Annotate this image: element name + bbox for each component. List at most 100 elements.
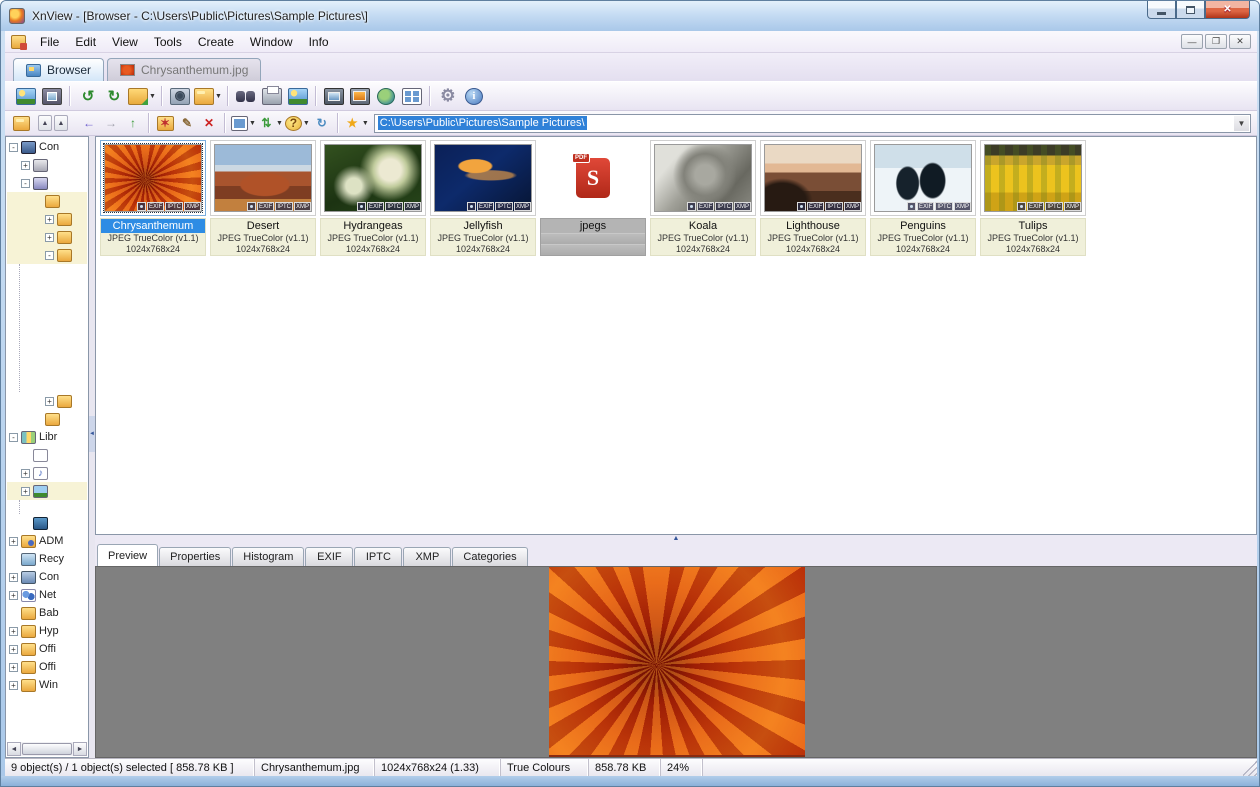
tree-item[interactable]: + — [7, 228, 87, 246]
forward-button[interactable]: → — [100, 113, 122, 133]
thumbnail-item-jpegs[interactable]: SPDFjpegs — [540, 140, 646, 256]
close-button[interactable]: ✕ — [1205, 1, 1250, 19]
mdi-restore-button[interactable]: ❐ — [1205, 34, 1227, 49]
tree-expander[interactable]: + — [21, 469, 30, 478]
thumbnail-item-koala[interactable]: EXIFIPTCXMPKoalaJPEG TrueColor (v1.1)102… — [650, 140, 756, 256]
tree-item[interactable] — [7, 410, 87, 428]
maximize-button[interactable] — [1176, 1, 1205, 19]
menu-info[interactable]: Info — [301, 33, 337, 51]
tree-item-win[interactable]: +Win — [7, 676, 87, 694]
minimize-button[interactable] — [1147, 1, 1176, 19]
up-button[interactable]: ↑ — [122, 113, 144, 133]
scroll-right-button[interactable]: ► — [73, 742, 87, 756]
tree-item-libr[interactable]: -Libr — [7, 428, 87, 446]
tree-expander[interactable]: + — [9, 663, 18, 672]
print-button[interactable] — [259, 84, 285, 108]
pane-collapse-right-button[interactable]: ▲ — [54, 115, 68, 131]
tree-item-net[interactable]: +Net — [7, 586, 87, 604]
tree-item[interactable] — [7, 514, 87, 532]
thumbnail-item-lighthouse[interactable]: EXIFIPTCXMPLighthouseJPEG TrueColor (v1.… — [760, 140, 866, 256]
tab-browser[interactable]: Browser — [13, 58, 104, 81]
mdi-minimize-button[interactable]: — — [1181, 34, 1203, 49]
tree-item[interactable]: + — [7, 482, 87, 500]
tree-item-adm[interactable]: +ADM — [7, 532, 87, 550]
thumbnail-item-jellyfish[interactable]: EXIFIPTCXMPJellyfishJPEG TrueColor (v1.1… — [430, 140, 536, 256]
tree-item-offi[interactable]: +Offi — [7, 658, 87, 676]
panel-tab-xmp[interactable]: XMP — [403, 547, 451, 566]
tree-item-bab[interactable]: Bab — [7, 604, 87, 622]
dropdown-arrow-icon[interactable]: ▼ — [215, 93, 222, 100]
viewer-button[interactable] — [39, 84, 65, 108]
tree-item-recy[interactable]: Recy — [7, 550, 87, 568]
panel-tab-properties[interactable]: Properties — [159, 547, 231, 566]
menu-file[interactable]: File — [32, 33, 67, 51]
panel-tab-preview[interactable]: Preview — [97, 544, 158, 566]
tree-item-con[interactable]: -Con — [7, 138, 87, 156]
tree-expander[interactable]: + — [9, 537, 18, 546]
search-button[interactable] — [233, 84, 259, 108]
tree-item[interactable] — [7, 192, 87, 210]
scrollbar-thumb[interactable] — [22, 743, 72, 755]
edit-button[interactable]: ✎ — [176, 113, 198, 133]
screen-capture-button[interactable] — [321, 84, 347, 108]
filter-button[interactable]: ?▼ — [284, 113, 311, 133]
open-folder-button[interactable]: ▼ — [193, 84, 223, 108]
tree-expander[interactable]: + — [45, 215, 54, 224]
menu-window[interactable]: Window — [242, 33, 301, 51]
thumbnail-item-penguins[interactable]: EXIFIPTCXMPPenguinsJPEG TrueColor (v1.1)… — [870, 140, 976, 256]
menu-edit[interactable]: Edit — [67, 33, 104, 51]
tree-expander[interactable]: + — [21, 161, 30, 170]
favorites-button[interactable]: ★▼ — [343, 113, 370, 133]
tree-expander[interactable]: + — [9, 645, 18, 654]
tree-expander[interactable]: - — [21, 179, 30, 188]
refresh-button[interactable]: ↻ — [311, 113, 333, 133]
tree-expander[interactable]: + — [9, 591, 18, 600]
new-folder-button[interactable]: ✶ — [154, 113, 176, 133]
tree-item[interactable]: - — [7, 174, 87, 192]
dropdown-arrow-icon[interactable]: ▼ — [276, 120, 283, 127]
mdi-close-button[interactable]: ✕ — [1229, 34, 1251, 49]
menu-create[interactable]: Create — [190, 33, 242, 51]
dropdown-arrow-icon[interactable]: ▼ — [362, 120, 369, 127]
resize-grip[interactable] — [1243, 759, 1257, 776]
tree-item[interactable]: + — [7, 392, 87, 410]
dropdown-arrow-icon[interactable]: ▼ — [249, 120, 256, 127]
convert-button[interactable]: ▼ — [127, 84, 157, 108]
layout-button[interactable] — [399, 84, 425, 108]
address-dropdown-button[interactable]: ▼ — [1234, 116, 1249, 131]
thumbnail-item-tulips[interactable]: EXIFIPTCXMPTulipsJPEG TrueColor (v1.1)10… — [980, 140, 1086, 256]
dropdown-arrow-icon[interactable]: ▼ — [303, 120, 310, 127]
panel-tab-categories[interactable]: Categories — [452, 547, 527, 566]
delete-button[interactable]: ✕ — [198, 113, 220, 133]
tree-expander[interactable]: + — [45, 233, 54, 242]
tree-item-offi[interactable]: +Offi — [7, 640, 87, 658]
back-button[interactable]: ← — [78, 113, 100, 133]
settings-button[interactable]: ⚙ — [435, 84, 461, 108]
tree-horizontal-scrollbar[interactable]: ◄ ► — [7, 742, 87, 756]
sort-button[interactable]: ⇅▼ — [257, 113, 284, 133]
tree-expander[interactable]: - — [9, 143, 18, 152]
tree-expander[interactable]: + — [9, 573, 18, 582]
menu-view[interactable]: View — [104, 33, 146, 51]
tree-expander[interactable]: + — [9, 681, 18, 690]
panel-tab-iptc[interactable]: IPTC — [354, 547, 402, 566]
tree-item[interactable]: + — [7, 210, 87, 228]
tree-item[interactable]: +♪ — [7, 464, 87, 482]
tree-expander[interactable]: + — [21, 487, 30, 496]
tree-item[interactable] — [7, 446, 87, 464]
scroll-left-button[interactable]: ◄ — [7, 742, 21, 756]
tab-chrysanthemum-jpg[interactable]: Chrysanthemum.jpg — [107, 58, 261, 81]
panel-tab-histogram[interactable]: Histogram — [232, 547, 304, 566]
tree-expander[interactable]: + — [45, 397, 54, 406]
tree-item-con[interactable]: +Con — [7, 568, 87, 586]
view-mode-button[interactable]: ▼ — [230, 113, 257, 133]
wallpaper-button[interactable] — [347, 84, 373, 108]
browse-button[interactable] — [13, 84, 39, 108]
tree-item-hyp[interactable]: +Hyp — [7, 622, 87, 640]
thumbnail-item-chrysanthemum[interactable]: EXIFIPTCXMPChrysanthemumJPEG TrueColor (… — [100, 140, 206, 256]
preview-image[interactable] — [549, 567, 805, 757]
thumbnail-item-hydrangeas[interactable]: EXIFIPTCXMPHydrangeasJPEG TrueColor (v1.… — [320, 140, 426, 256]
rotate-right-button[interactable]: ↻ — [101, 84, 127, 108]
tree-expander[interactable]: - — [45, 251, 54, 260]
address-bar[interactable]: C:\Users\Public\Pictures\Sample Pictures… — [374, 114, 1251, 133]
